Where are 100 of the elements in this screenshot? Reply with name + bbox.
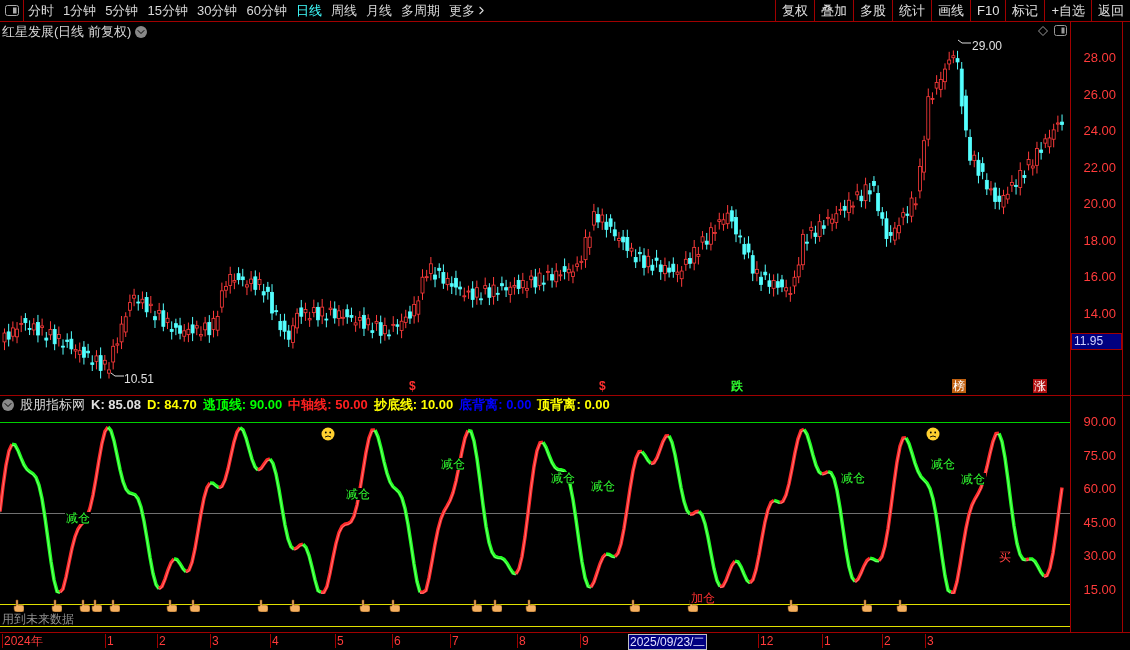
- dropdown-icon[interactable]: [135, 25, 148, 38]
- axis-tick-label: 26.00: [1083, 87, 1116, 101]
- date-axis-label: 2024年: [2, 634, 44, 648]
- pointing-hand-icon: [165, 599, 177, 612]
- toolbar-button[interactable]: 统计: [892, 0, 931, 21]
- toolbar-button[interactable]: 多股: [853, 0, 892, 21]
- axis-tick-label: 20.00: [1083, 197, 1116, 210]
- event-marker[interactable]: $: [409, 379, 416, 393]
- date-axis-label: 6: [392, 634, 402, 648]
- leader-line: [110, 372, 124, 380]
- toolbar-button[interactable]: 标记: [1005, 0, 1045, 21]
- pointing-hand-icon: [895, 599, 907, 612]
- axis-tick-label: 14.00: [1083, 306, 1116, 320]
- axis-tick-label: 16.00: [1083, 270, 1116, 283]
- smiley-icon: [926, 427, 940, 441]
- toolbar-button[interactable]: 复权: [775, 0, 814, 21]
- panel-toggle-icon[interactable]: [1054, 25, 1067, 36]
- date-axis-label: 2: [157, 634, 167, 648]
- date-axis-label: 3: [210, 634, 220, 648]
- indicator-readout: 中轴线: 50.00: [288, 396, 368, 415]
- axis-tick-label: 24.00: [1083, 124, 1116, 137]
- axis-tick-label: 75.00: [1083, 448, 1116, 462]
- pointing-hand-icon: [358, 599, 370, 612]
- date-axis-label: 1: [822, 634, 832, 648]
- axis-tick-label: 45.00: [1083, 515, 1116, 529]
- period-tab[interactable]: 1分钟: [63, 0, 97, 21]
- high-price-label: 29.00: [972, 38, 1003, 55]
- pointing-hand-icon: [50, 599, 62, 612]
- future-data-note: 用到未来数据: [2, 613, 74, 625]
- indicator-readout: 底背离: 0.00: [459, 396, 532, 415]
- axis-tick-label: 22.00: [1083, 160, 1116, 174]
- pointing-hand-icon: [90, 599, 102, 612]
- pointing-hand-icon: [108, 599, 120, 612]
- panel-toggle-icon[interactable]: [4, 5, 19, 16]
- date-axis-label: 2025/09/23/二: [628, 634, 708, 650]
- signal-label: 减仓: [65, 512, 91, 524]
- pointing-hand-icon: [490, 599, 502, 612]
- signal-label: 减仓: [550, 472, 576, 484]
- indicator-readout: D: 84.70: [146, 396, 197, 415]
- indicator-name: 股朋指标网: [20, 396, 85, 415]
- signal-label: 减仓: [930, 458, 956, 470]
- event-marker[interactable]: 涨: [1033, 379, 1047, 393]
- pointing-hand-icon: [288, 599, 300, 612]
- axis-tick-label: 18.00: [1083, 233, 1116, 247]
- signal-label: 买: [998, 551, 1012, 563]
- axis-tick-label: 15.00: [1083, 583, 1116, 596]
- period-tab[interactable]: 日线: [295, 0, 322, 21]
- signal-label: 减仓: [440, 458, 466, 470]
- toolbar-button[interactable]: 返回: [1091, 0, 1130, 21]
- pointing-hand-icon: [470, 599, 482, 612]
- period-tab[interactable]: 分时: [28, 0, 54, 21]
- date-axis-label: 3: [925, 634, 935, 648]
- toolbar-button[interactable]: 叠加: [814, 0, 853, 21]
- date-axis-label: 9: [580, 634, 590, 648]
- toolbar-button[interactable]: 画线: [931, 0, 970, 21]
- indicator-readout: 逃顶线: 90.00: [202, 396, 283, 415]
- axis-tick-label: 60.00: [1083, 482, 1116, 496]
- pointing-hand-icon: [78, 599, 90, 612]
- pointing-hand-icon: [860, 599, 872, 612]
- period-tab[interactable]: 更多: [448, 0, 488, 21]
- period-tab[interactable]: 5分钟: [105, 0, 139, 21]
- period-tab[interactable]: 60分钟: [246, 0, 287, 21]
- dropdown-icon[interactable]: [2, 399, 14, 411]
- event-marker[interactable]: 榜: [952, 379, 966, 393]
- pointing-hand-icon: [188, 599, 200, 612]
- date-axis-label: 8: [517, 634, 527, 648]
- low-price-label: 10.51: [124, 371, 155, 388]
- indicator-readout: 抄底线: 10.00: [373, 396, 454, 415]
- chart-title: 红星发展(日线 前复权): [2, 23, 132, 41]
- indicator-readout: 顶背离: 0.00: [537, 396, 610, 415]
- signal-label: 加仓: [690, 592, 716, 604]
- period-tab[interactable]: 15分钟: [147, 0, 188, 21]
- date-axis-label: 2: [882, 634, 892, 648]
- current-price-label: 11.95: [1071, 333, 1122, 350]
- signal-label: 减仓: [590, 480, 616, 492]
- period-tab[interactable]: 月线: [365, 0, 392, 21]
- date-axis-label: 4: [270, 634, 280, 648]
- event-marker[interactable]: $: [599, 379, 606, 393]
- leader-line: [957, 39, 971, 47]
- period-tab[interactable]: 周线: [330, 0, 357, 21]
- signal-label: 减仓: [345, 488, 371, 500]
- signal-label: 减仓: [840, 472, 866, 484]
- date-axis-label: 5: [335, 634, 345, 648]
- axis-tick-label: 28.00: [1083, 51, 1116, 64]
- pointing-hand-icon: [524, 599, 536, 612]
- toolbar-button[interactable]: +自选: [1044, 0, 1091, 21]
- date-axis-label: 1: [105, 634, 115, 648]
- pointing-hand-icon: [628, 599, 640, 612]
- event-marker[interactable]: 跌: [731, 379, 743, 393]
- date-axis-label: 7: [450, 634, 460, 648]
- signal-label: 减仓: [960, 473, 986, 485]
- pointing-hand-icon: [12, 599, 24, 612]
- period-tab[interactable]: 多周期: [400, 0, 440, 21]
- pointing-hand-icon: [786, 599, 798, 612]
- pointing-hand-icon: [256, 599, 268, 612]
- toolbar-button[interactable]: F10: [970, 0, 1006, 21]
- smiley-icon: [321, 427, 335, 441]
- period-tab[interactable]: 30分钟: [196, 0, 238, 21]
- axis-tick-label: 90.00: [1083, 415, 1116, 428]
- axis-tick-label: 30.00: [1083, 549, 1116, 563]
